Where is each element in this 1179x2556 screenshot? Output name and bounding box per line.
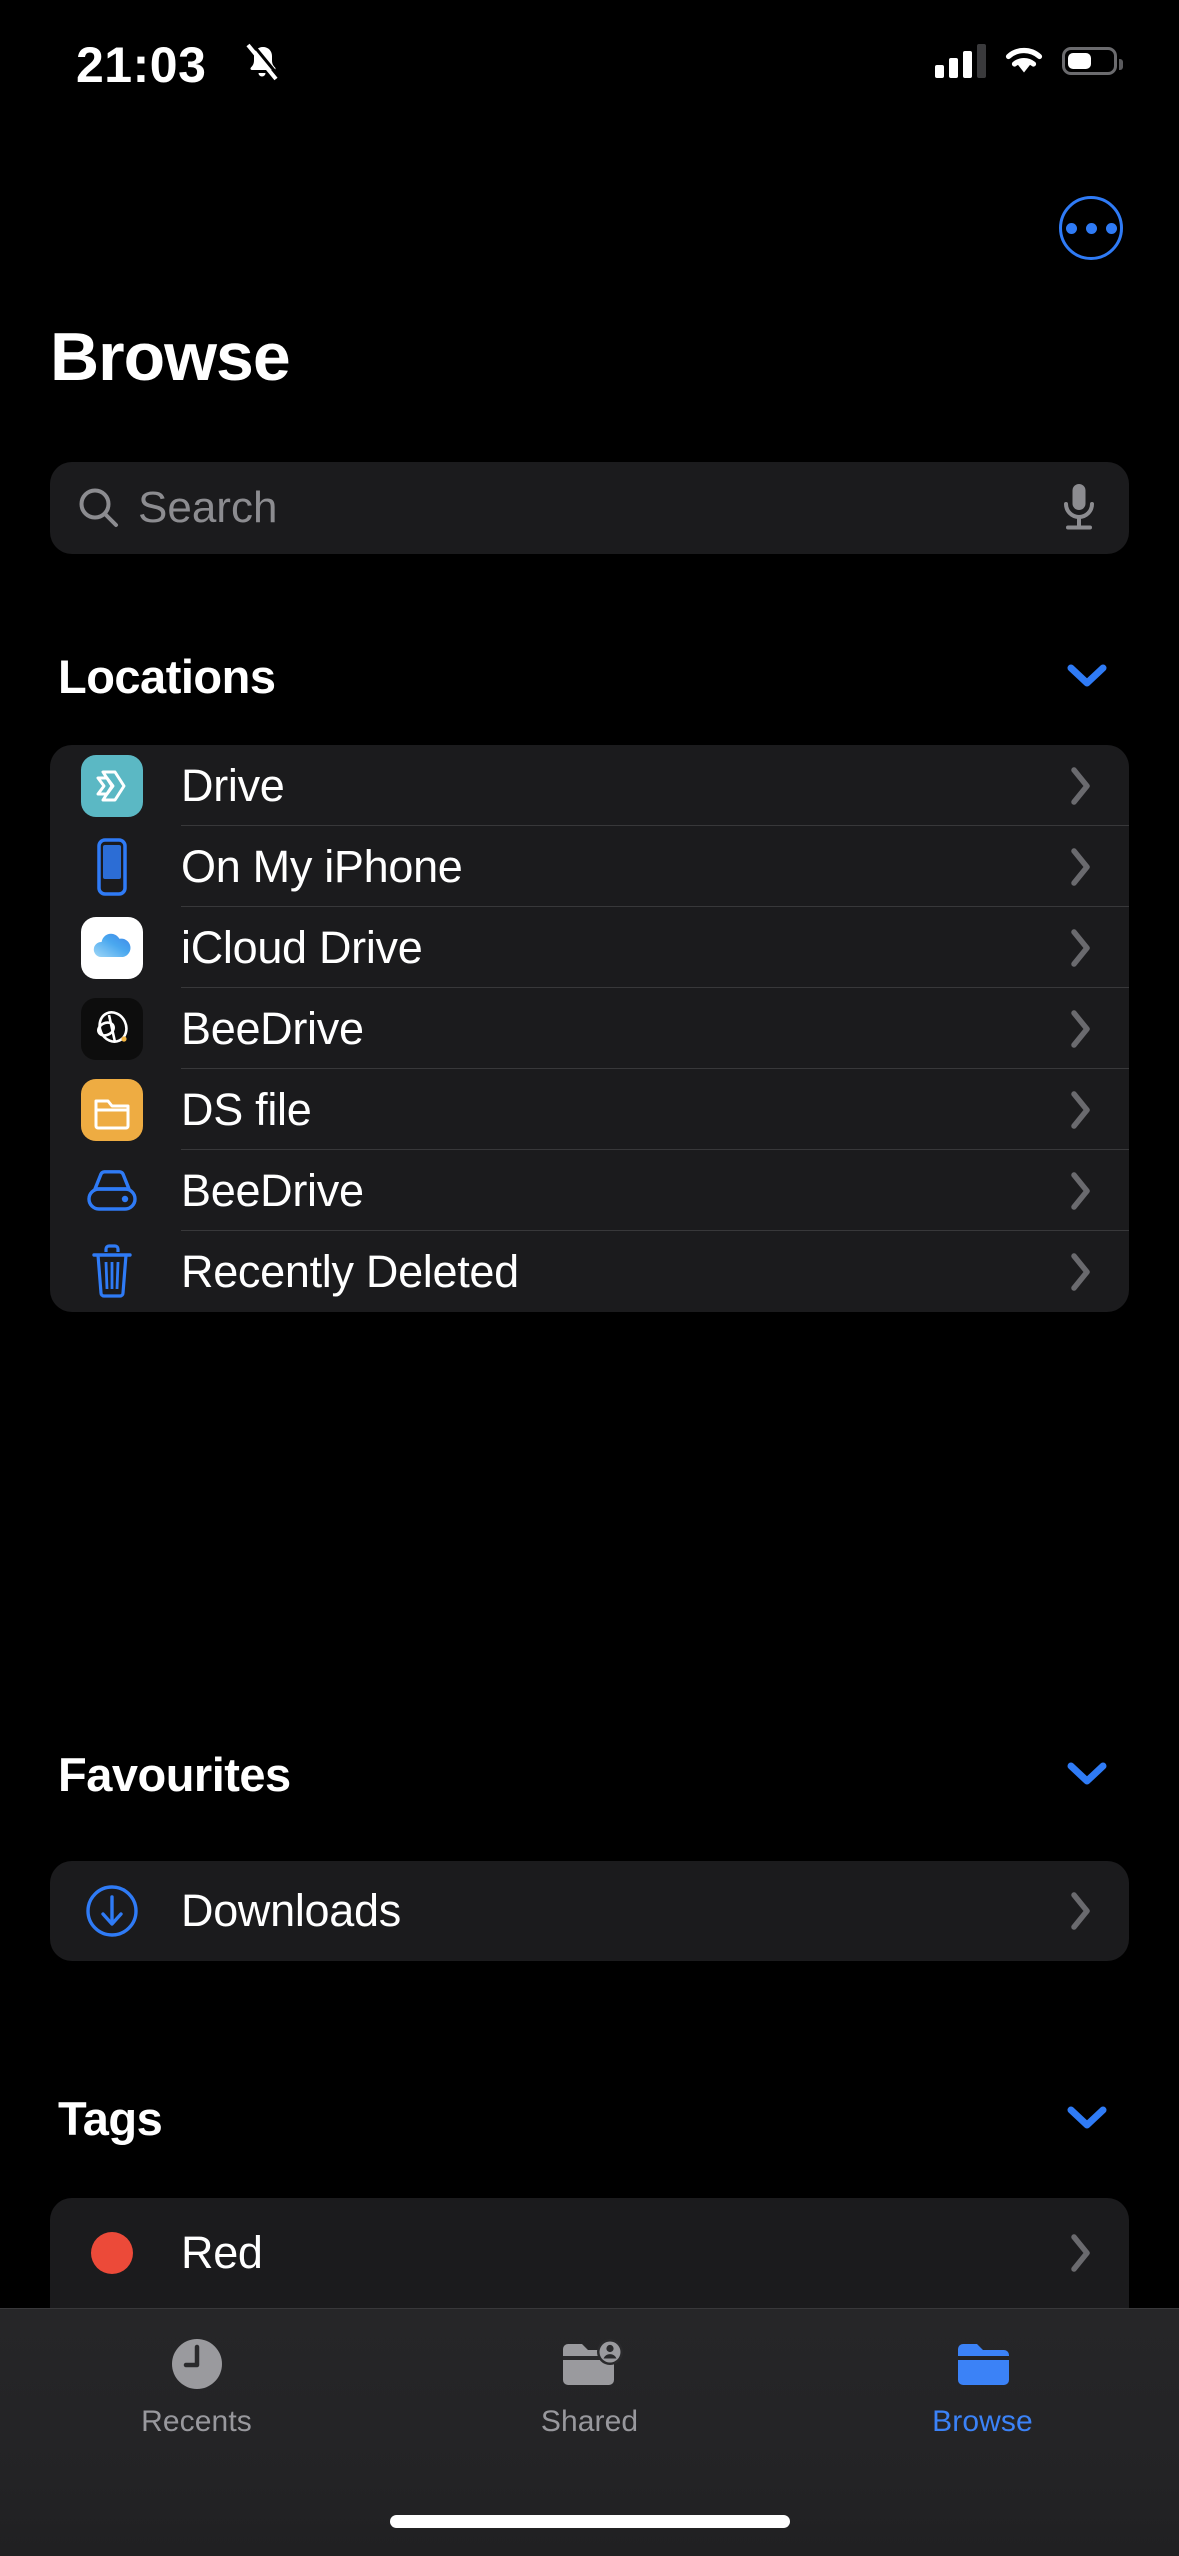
more-dot bbox=[1085, 222, 1097, 234]
folder-icon bbox=[957, 2344, 1009, 2385]
list-item-label: Drive bbox=[181, 759, 285, 811]
battery-icon bbox=[1062, 47, 1123, 75]
list-item-ds-file[interactable]: DS file bbox=[50, 1069, 1129, 1150]
folder-person-icon bbox=[562, 2339, 623, 2385]
row-icon bbox=[81, 2222, 143, 2284]
files-browse-screen: 21:03 Browse Search Locations Drive On M… bbox=[0, 0, 1179, 2556]
ds-file-app-icon bbox=[81, 1078, 143, 1141]
row-icon bbox=[81, 997, 143, 1060]
list-item-label: BeeDrive bbox=[181, 1002, 364, 1054]
tab-recents[interactable]: Recents bbox=[0, 2333, 393, 2439]
trash-icon bbox=[92, 1243, 132, 1298]
row-icon bbox=[81, 836, 143, 898]
status-bar: 21:03 bbox=[0, 0, 1179, 120]
list-item-label: BeeDrive bbox=[181, 1164, 364, 1216]
row-icon bbox=[81, 1241, 143, 1303]
section-title: Favourites bbox=[58, 1747, 291, 1801]
list-item-label: Recently Deleted bbox=[181, 1245, 519, 1297]
chevron-right-icon bbox=[1071, 1009, 1090, 1048]
list-item-beedrive-external[interactable]: BeeDrive bbox=[50, 1150, 1129, 1231]
more-dot bbox=[1065, 222, 1077, 234]
chevron-right-icon bbox=[1071, 1252, 1090, 1291]
search-input-placeholder[interactable]: Search bbox=[138, 483, 277, 533]
list-item-label: Downloads bbox=[181, 1885, 401, 1936]
list-item-label: DS file bbox=[181, 1083, 312, 1135]
tag-dot-red-icon bbox=[91, 2232, 133, 2274]
list-item-drive[interactable]: Drive bbox=[50, 745, 1129, 826]
search-bar[interactable]: Search bbox=[50, 462, 1129, 554]
beedrive-app-icon bbox=[81, 997, 143, 1060]
cellular-bars-icon bbox=[935, 44, 986, 78]
tab-label: Recents bbox=[141, 2405, 252, 2438]
icloud-drive-app-icon bbox=[81, 916, 143, 979]
list-item-downloads[interactable]: Downloads bbox=[50, 1861, 1129, 1961]
more-options-button[interactable] bbox=[1059, 196, 1123, 260]
list-item-icloud-drive[interactable]: iCloud Drive bbox=[50, 907, 1129, 988]
synology-drive-app-icon bbox=[81, 754, 143, 817]
locations-list: Drive On My iPhone iCloud Drive BeeDrive… bbox=[50, 745, 1129, 1312]
row-icon bbox=[81, 1160, 143, 1222]
iphone-icon bbox=[97, 837, 127, 896]
chevron-right-icon bbox=[1071, 766, 1090, 805]
section-title: Locations bbox=[58, 649, 276, 703]
chevron-right-icon bbox=[1071, 2234, 1090, 2272]
tab-bar: Recents Shared Browse bbox=[0, 2308, 1179, 2556]
row-icon bbox=[81, 754, 143, 817]
tab-shared[interactable]: Shared bbox=[393, 2333, 786, 2439]
status-bar-indicators bbox=[935, 44, 1123, 78]
chevron-right-icon bbox=[1071, 1090, 1090, 1129]
chevron-right-icon bbox=[1071, 928, 1090, 967]
row-icon bbox=[81, 916, 143, 979]
list-item-label: On My iPhone bbox=[181, 840, 463, 892]
list-item-recently-deleted[interactable]: Recently Deleted bbox=[50, 1231, 1129, 1312]
section-header-favourites[interactable]: Favourites bbox=[58, 1744, 1121, 1804]
list-item-tag-red[interactable]: Red bbox=[50, 2198, 1129, 2308]
chevron-down-icon[interactable] bbox=[1065, 1760, 1109, 1788]
clock-icon bbox=[171, 2339, 222, 2389]
page-title: Browse bbox=[50, 319, 291, 395]
row-icon bbox=[81, 1880, 143, 1942]
status-bar-time: 21:03 bbox=[76, 37, 207, 93]
tab-label: Shared bbox=[540, 2405, 639, 2438]
search-icon bbox=[79, 488, 118, 527]
tab-browse[interactable]: Browse bbox=[786, 2333, 1179, 2439]
microphone-icon[interactable] bbox=[1059, 481, 1099, 535]
home-indicator[interactable] bbox=[389, 2515, 790, 2528]
wifi-icon bbox=[1005, 47, 1043, 73]
more-dot bbox=[1105, 222, 1117, 234]
section-title: Tags bbox=[58, 2091, 163, 2145]
list-item-label: iCloud Drive bbox=[181, 921, 423, 973]
section-header-tags[interactable]: Tags bbox=[58, 2088, 1121, 2148]
download-circle-icon bbox=[86, 1885, 138, 1937]
row-icon bbox=[81, 1078, 143, 1141]
chevron-down-icon[interactable] bbox=[1065, 662, 1109, 690]
chevron-down-icon[interactable] bbox=[1065, 2104, 1109, 2132]
list-item-label: Red bbox=[181, 2227, 263, 2278]
chevron-right-icon bbox=[1071, 1892, 1090, 1930]
external-drive-icon bbox=[87, 1169, 137, 1211]
list-item-on-my-iphone[interactable]: On My iPhone bbox=[50, 826, 1129, 907]
tab-label: Browse bbox=[932, 2405, 1033, 2438]
section-header-locations[interactable]: Locations bbox=[58, 646, 1121, 706]
favourites-list: Downloads bbox=[50, 1861, 1129, 1961]
list-item-beedrive-app[interactable]: BeeDrive bbox=[50, 988, 1129, 1069]
chevron-right-icon bbox=[1071, 1171, 1090, 1210]
chevron-right-icon bbox=[1071, 847, 1090, 886]
bell-slash-icon bbox=[246, 42, 281, 81]
